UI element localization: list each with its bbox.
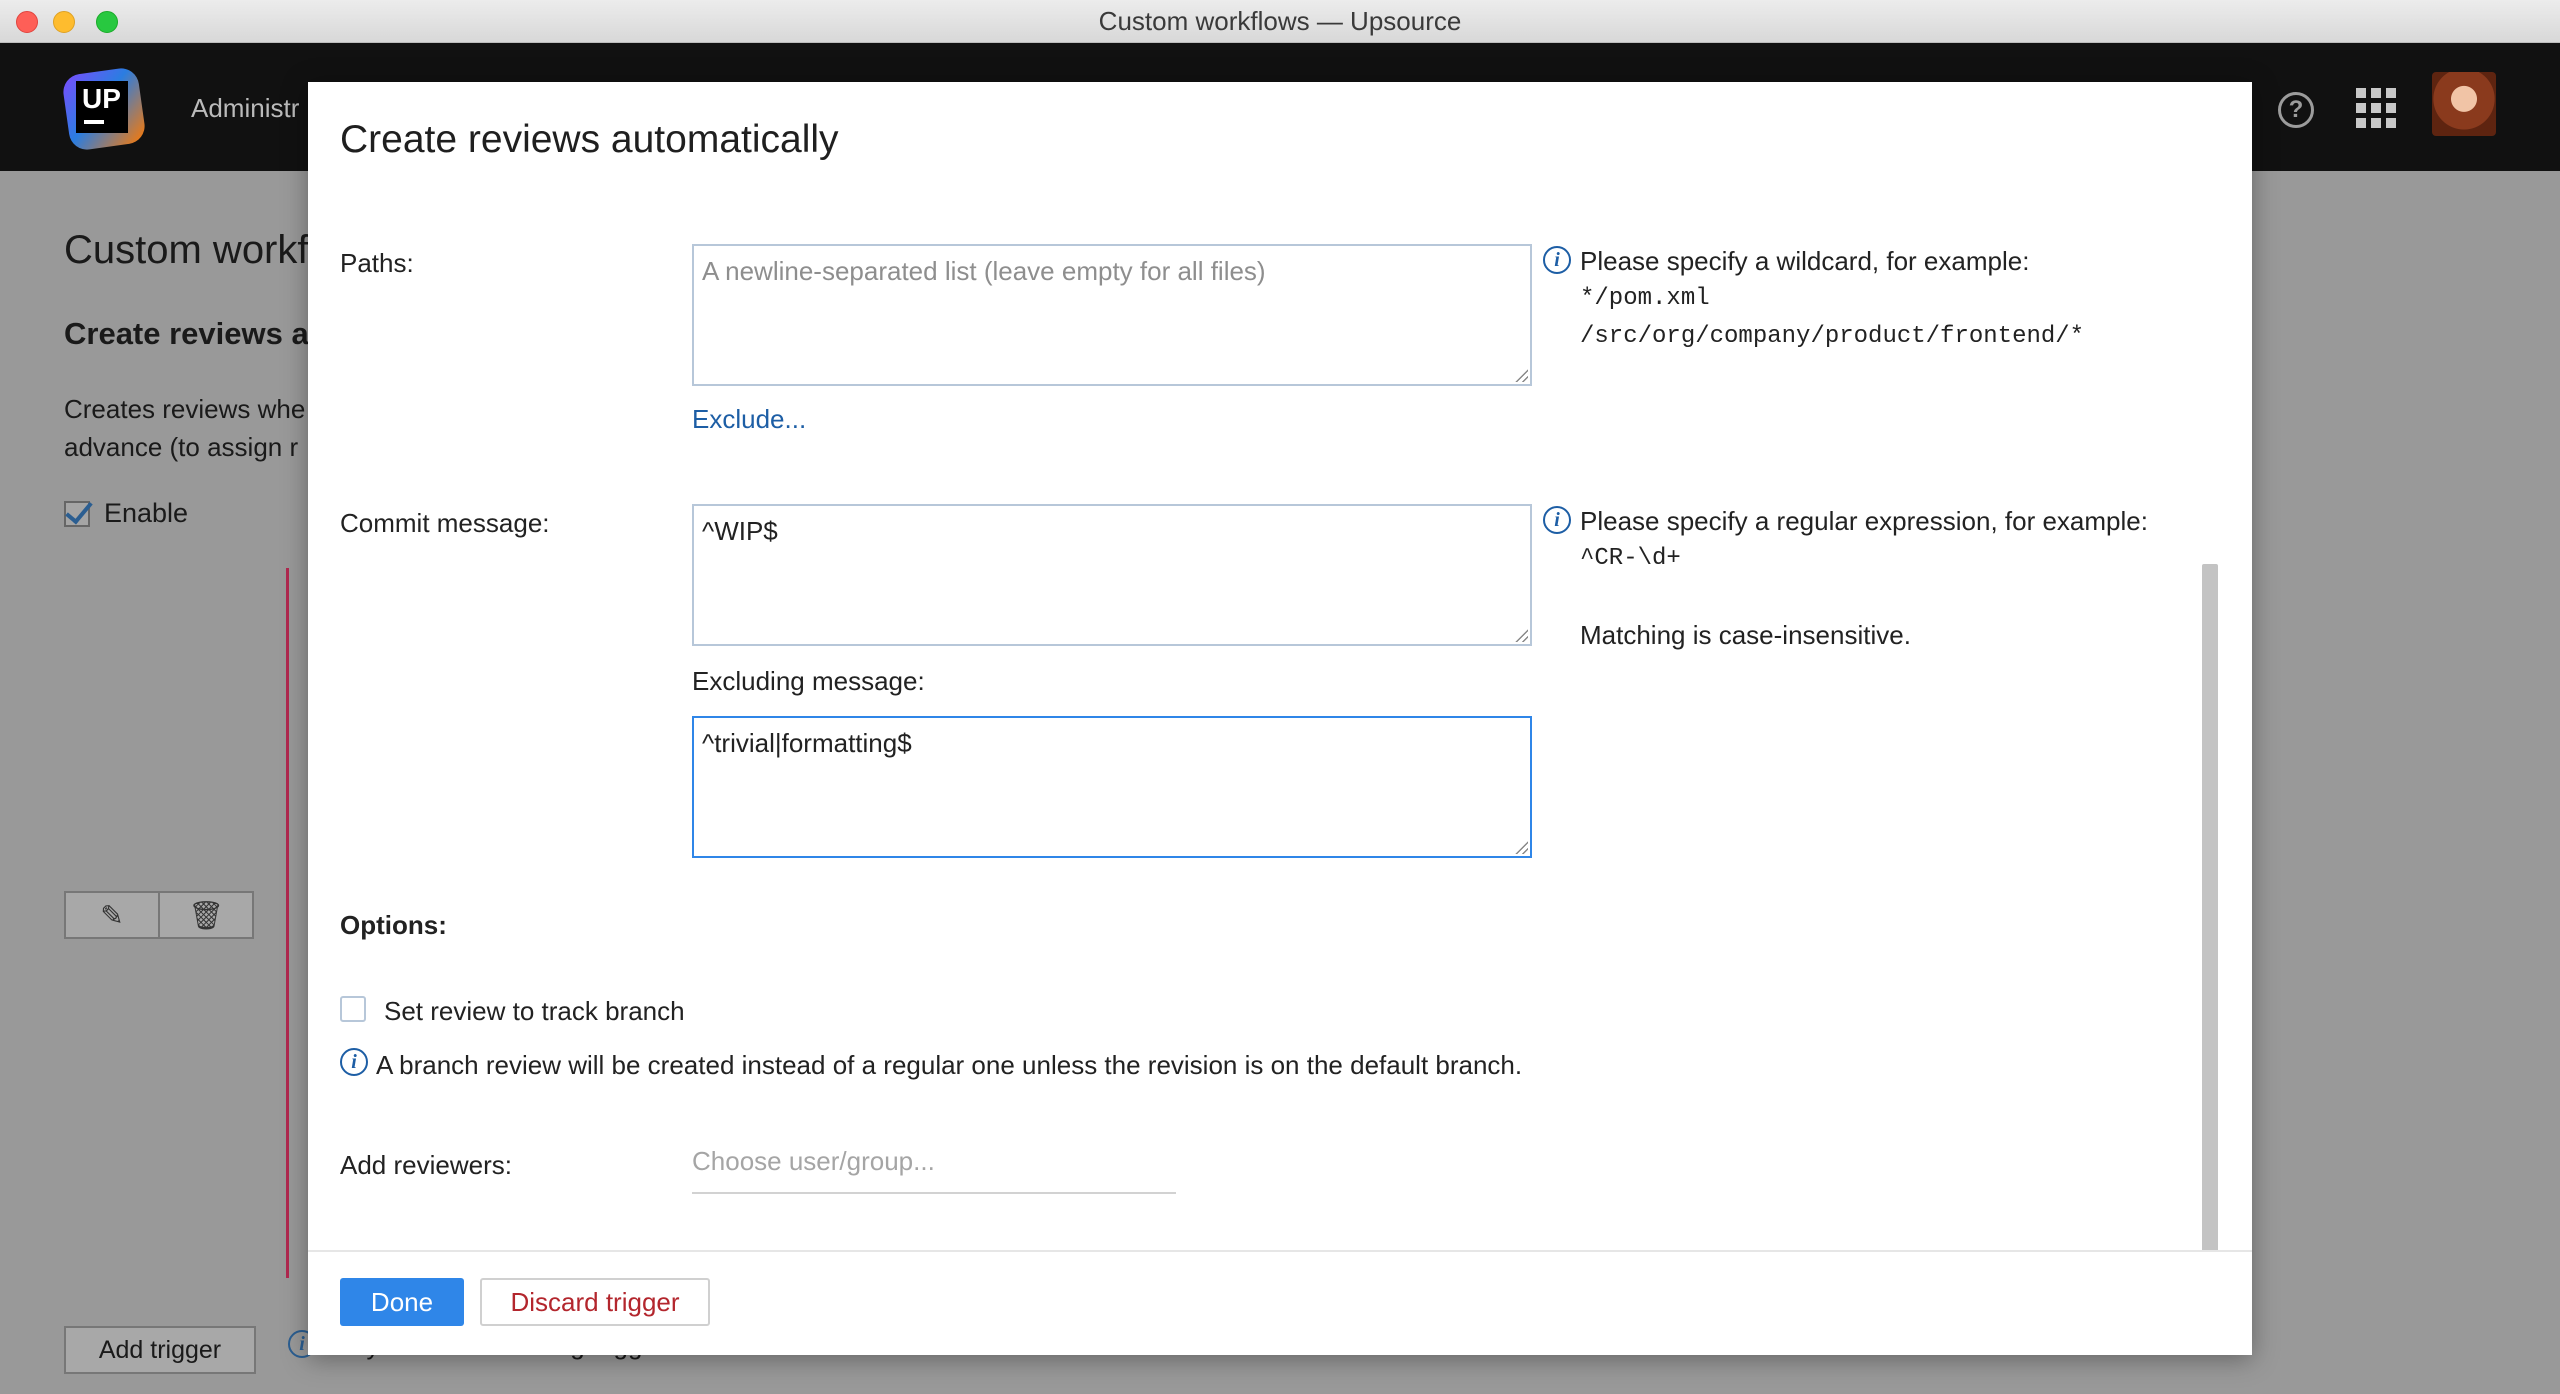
user-avatar[interactable] xyxy=(2432,72,2496,136)
window-title: Custom workflows — Upsource xyxy=(1098,6,1462,36)
dialog-title: Create reviews automatically xyxy=(340,118,839,161)
nav-administration[interactable]: Administr xyxy=(191,93,299,124)
enable-checkbox[interactable] xyxy=(64,500,90,527)
add-reviewers-label: Add reviewers: xyxy=(340,1150,512,1180)
paths-hint-text: Please specify a wildcard, for example: xyxy=(1580,246,2030,276)
dialog-footer: Done Discard trigger xyxy=(308,1250,2252,1355)
logo-underline xyxy=(84,120,104,124)
commit-hint-example: ^CR-\d+ xyxy=(1580,545,1681,572)
paths-label: Paths: xyxy=(340,248,414,278)
trash-icon: 🗑 xyxy=(188,899,224,931)
reviewer-placeholder: Choose user/group... xyxy=(692,1146,935,1176)
paths-hint: Please specify a wildcard, for example: … xyxy=(1580,242,2084,356)
description-line: Creates reviews whe xyxy=(64,394,306,424)
reviewer-search-input[interactable]: Choose user/group... xyxy=(692,1146,1176,1194)
track-branch-hint: A branch review will be created instead … xyxy=(376,1050,1523,1080)
discard-trigger-button[interactable]: Discard trigger xyxy=(480,1278,710,1326)
delete-trigger-button[interactable]: 🗑 xyxy=(158,893,252,937)
trigger-indicator-line xyxy=(286,568,289,1278)
dialog-scrollbar[interactable] xyxy=(2202,564,2218,1300)
logo-text: UP xyxy=(82,83,121,114)
apps-grid-icon[interactable] xyxy=(2356,88,2396,128)
commit-hint-note: Matching is case-insensitive. xyxy=(1580,620,1911,650)
upsource-logo[interactable]: UP xyxy=(61,66,147,152)
commit-message-input[interactable]: ^WIP$ xyxy=(692,504,1532,646)
info-icon: i xyxy=(340,1048,368,1076)
enable-toggle[interactable]: Enable xyxy=(64,498,188,529)
excluding-message-value: ^trivial|formatting$ xyxy=(702,728,912,758)
commit-message-value: ^WIP$ xyxy=(702,516,778,546)
excluding-message-input[interactable]: ^trivial|formatting$ xyxy=(692,716,1532,858)
edit-trigger-button[interactable]: ✎ xyxy=(66,893,158,937)
window-titlebar: Custom workflows — Upsource xyxy=(0,0,2560,43)
workflow-description: Creates reviews whe advance (to assign r xyxy=(64,390,305,466)
resize-handle[interactable] xyxy=(1514,840,1528,854)
commit-message-hint: Please specify a regular expression, for… xyxy=(1580,502,2148,654)
track-branch-label[interactable]: Set review to track branch xyxy=(384,996,685,1027)
help-icon[interactable]: ? xyxy=(2278,92,2314,128)
trigger-tools: ✎ 🗑 xyxy=(64,891,254,939)
done-button[interactable]: Done xyxy=(340,1278,464,1326)
workflow-subtitle: Create reviews a xyxy=(64,316,309,351)
resize-handle[interactable] xyxy=(1514,628,1528,642)
create-reviews-dialog: Create reviews automatically Paths: A ne… xyxy=(308,82,2252,1355)
excluding-message-label: Excluding message: xyxy=(692,666,925,696)
page-title: Custom workf xyxy=(64,228,309,272)
info-icon: i xyxy=(1543,506,1571,534)
commit-hint-text: Please specify a regular expression, for… xyxy=(1580,506,2148,536)
description-line: advance (to assign r xyxy=(64,432,299,462)
info-icon: i xyxy=(1543,246,1571,274)
paths-input[interactable]: A newline-separated list (leave empty fo… xyxy=(692,244,1532,386)
paths-hint-example: */pom.xml xyxy=(1580,285,1710,312)
paths-hint-example: /src/org/company/product/frontend/* xyxy=(1580,323,2085,350)
enable-label: Enable xyxy=(104,498,189,528)
add-trigger-button[interactable]: Add trigger xyxy=(64,1326,256,1374)
options-heading: Options: xyxy=(340,910,447,940)
logo-mark: UP xyxy=(76,81,128,133)
track-branch-checkbox[interactable] xyxy=(340,996,366,1022)
paths-placeholder: A newline-separated list (leave empty fo… xyxy=(702,256,1266,286)
exclude-link[interactable]: Exclude... xyxy=(692,404,806,435)
commit-message-label: Commit message: xyxy=(340,508,550,538)
resize-handle[interactable] xyxy=(1514,368,1528,382)
pencil-icon: ✎ xyxy=(100,899,124,931)
